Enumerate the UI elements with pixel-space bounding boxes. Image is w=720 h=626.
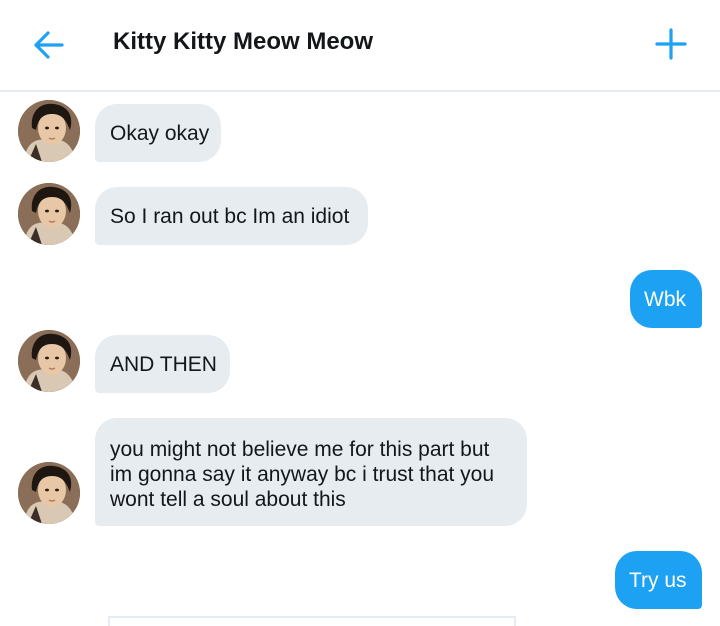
conversation-header: Kitty Kitty Meow Meow: [0, 0, 720, 92]
message-text: Wbk: [644, 287, 686, 311]
user-photo: [18, 462, 80, 524]
user-photo: [18, 330, 80, 392]
add-button[interactable]: [644, 20, 700, 70]
message-text-line: im gonna say it anyway bc i trust that y…: [110, 463, 495, 486]
back-arrow-icon: [34, 31, 64, 59]
plus-icon: [655, 28, 687, 60]
message-text: Try us: [629, 568, 687, 592]
message-bubble-incoming[interactable]: AND THEN: [95, 335, 230, 393]
avatar[interactable]: [18, 100, 80, 162]
user-photo: [18, 183, 80, 245]
message-bubble-incoming[interactable]: you might not believe me for this part b…: [95, 418, 527, 526]
user-photo: [18, 100, 80, 162]
message-text: AND THEN: [110, 352, 217, 376]
back-button[interactable]: [22, 20, 78, 70]
message-bubble-outgoing[interactable]: Try us: [615, 551, 702, 609]
conversation-title: Kitty Kitty Meow Meow: [113, 28, 374, 55]
message-text: So I ran out bc Im an idiot: [110, 204, 350, 228]
avatar[interactable]: [18, 183, 80, 245]
message-text-line: you might not believe me for this part b…: [110, 438, 490, 461]
message-bubble-outgoing[interactable]: Wbk: [630, 270, 702, 328]
avatar[interactable]: [18, 330, 80, 392]
avatar[interactable]: [18, 462, 80, 524]
message-bubble-incoming[interactable]: So I ran out bc Im an idiot: [95, 187, 368, 245]
message-bubble-incoming[interactable]: Okay okay: [95, 104, 221, 162]
message-text: Okay okay: [110, 121, 210, 145]
message-text-line: wont tell a soul about this: [110, 488, 346, 511]
